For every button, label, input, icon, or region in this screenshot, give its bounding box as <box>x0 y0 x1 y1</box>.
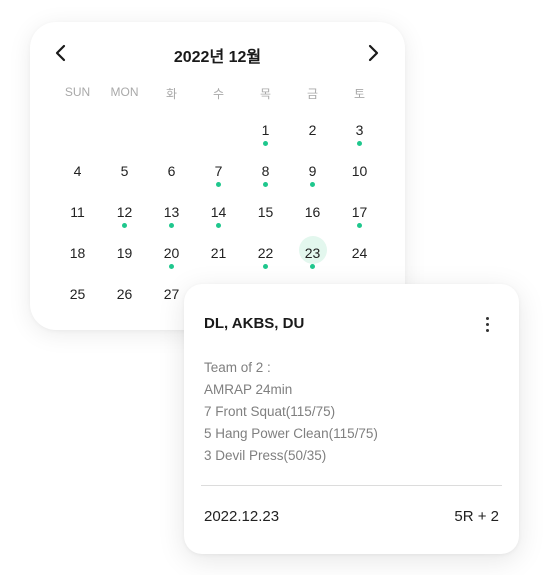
day-cell[interactable]: 6 <box>148 153 195 194</box>
day-number: 6 <box>167 163 176 179</box>
workout-line: Team of 2 : <box>204 360 271 375</box>
day-cell[interactable]: 16 <box>289 194 336 235</box>
day-cell[interactable]: 2 <box>289 112 336 153</box>
day-cell-selected[interactable]: 23 <box>289 235 336 276</box>
empty-day-cell <box>54 112 101 153</box>
day-cell[interactable]: 7 <box>195 153 242 194</box>
chevron-right-icon <box>368 44 379 62</box>
day-number: 9 <box>308 163 317 179</box>
day-cell[interactable]: 24 <box>336 235 383 276</box>
day-number: 12 <box>116 204 133 220</box>
workout-marker-dot <box>263 182 268 187</box>
calendar-header: 2022년 12월 <box>30 40 405 66</box>
day-cell[interactable]: 21 <box>195 235 242 276</box>
weekday-header-row: SUN MON 화 수 목 금 토 <box>54 85 383 101</box>
workout-marker-dot <box>169 223 174 228</box>
weekday-label: 토 <box>353 87 366 101</box>
day-cell[interactable]: 19 <box>101 235 148 276</box>
month-title: 2022년 12월 <box>173 49 262 66</box>
day-number: 24 <box>351 245 368 261</box>
day-number: 2 <box>308 122 317 138</box>
workout-card: DL, AKBS, DU Team of 2 : AMRAP 24min 7 F… <box>184 284 519 554</box>
day-number: 21 <box>210 245 227 261</box>
empty-day-cell <box>101 112 148 153</box>
day-number: 13 <box>163 204 180 220</box>
day-cell[interactable]: 11 <box>54 194 101 235</box>
day-cell[interactable]: 10 <box>336 153 383 194</box>
day-number: 27 <box>163 286 180 302</box>
workout-line: 5 Hang Power Clean(115/75) <box>204 426 378 441</box>
day-number: 16 <box>304 204 321 220</box>
workout-marker-dot <box>216 223 221 228</box>
day-cell[interactable]: 22 <box>242 235 289 276</box>
workout-marker-dot <box>263 141 268 146</box>
weekday-label: 화 <box>165 87 178 101</box>
more-vertical-icon <box>485 316 489 320</box>
weekday-label: 금 <box>306 87 319 101</box>
day-number: 19 <box>116 245 133 261</box>
workout-marker-dot <box>263 264 268 269</box>
day-number: 25 <box>69 286 86 302</box>
empty-day-cell <box>148 112 195 153</box>
workout-line: 3 Devil Press(50/35) <box>204 448 327 463</box>
next-month-button[interactable] <box>360 40 386 66</box>
workout-marker-dot <box>357 141 362 146</box>
workout-marker-dot <box>122 223 127 228</box>
day-cell[interactable]: 14 <box>195 194 242 235</box>
day-cell[interactable]: 17 <box>336 194 383 235</box>
app-stage: 2022년 12월 SUN MON 화 수 목 금 토 1 2 3 4 5 6 7 8 9 10 1… <box>0 0 550 575</box>
day-number: 11 <box>70 204 85 220</box>
day-cell[interactable]: 9 <box>289 153 336 194</box>
day-cell[interactable]: 5 <box>101 153 148 194</box>
day-cell[interactable]: 8 <box>242 153 289 194</box>
workout-title: DL, AKBS, DU <box>204 315 305 332</box>
empty-day-cell <box>195 112 242 153</box>
divider <box>201 485 502 486</box>
weekday-label: MON <box>110 85 139 99</box>
day-number: 26 <box>116 286 133 302</box>
day-number: 8 <box>261 163 270 179</box>
day-number: 10 <box>351 163 368 179</box>
workout-marker-dot <box>169 264 174 269</box>
day-number: 14 <box>210 204 227 220</box>
workout-score: 5R + 2 <box>454 508 499 525</box>
workout-marker-dot <box>310 182 315 187</box>
workout-line: 7 Front Squat(115/75) <box>204 404 336 419</box>
day-cell[interactable]: 1 <box>242 112 289 153</box>
day-cell[interactable]: 13 <box>148 194 195 235</box>
day-number: 22 <box>257 245 274 261</box>
day-cell[interactable]: 4 <box>54 153 101 194</box>
day-number: 17 <box>351 204 368 220</box>
day-number: 5 <box>120 163 129 179</box>
day-cell[interactable]: 20 <box>148 235 195 276</box>
day-number: 1 <box>261 122 270 138</box>
day-number: 23 <box>304 245 321 261</box>
more-options-button[interactable] <box>478 314 496 334</box>
day-cell[interactable]: 18 <box>54 235 101 276</box>
workout-marker-dot <box>357 223 362 228</box>
day-cell[interactable]: 12 <box>101 194 148 235</box>
day-number: 20 <box>163 245 180 261</box>
day-number: 7 <box>214 163 223 179</box>
workout-marker-dot <box>216 182 221 187</box>
day-cell[interactable]: 3 <box>336 112 383 153</box>
day-cell[interactable]: 26 <box>101 276 148 317</box>
day-number: 18 <box>69 245 86 261</box>
weekday-label: SUN <box>64 85 91 99</box>
workout-line: AMRAP 24min <box>204 382 293 397</box>
day-cell[interactable]: 25 <box>54 276 101 317</box>
workout-date: 2022.12.23 <box>204 508 280 525</box>
weekday-label: 수 <box>212 87 225 101</box>
weekday-label: 목 <box>259 87 272 101</box>
workout-marker-dot <box>310 264 315 269</box>
workout-description: Team of 2 : AMRAP 24min 7 Front Squat(11… <box>204 357 378 467</box>
day-number: 15 <box>257 204 274 220</box>
day-cell[interactable]: 15 <box>242 194 289 235</box>
day-number: 3 <box>355 122 364 138</box>
day-number: 4 <box>73 163 82 179</box>
